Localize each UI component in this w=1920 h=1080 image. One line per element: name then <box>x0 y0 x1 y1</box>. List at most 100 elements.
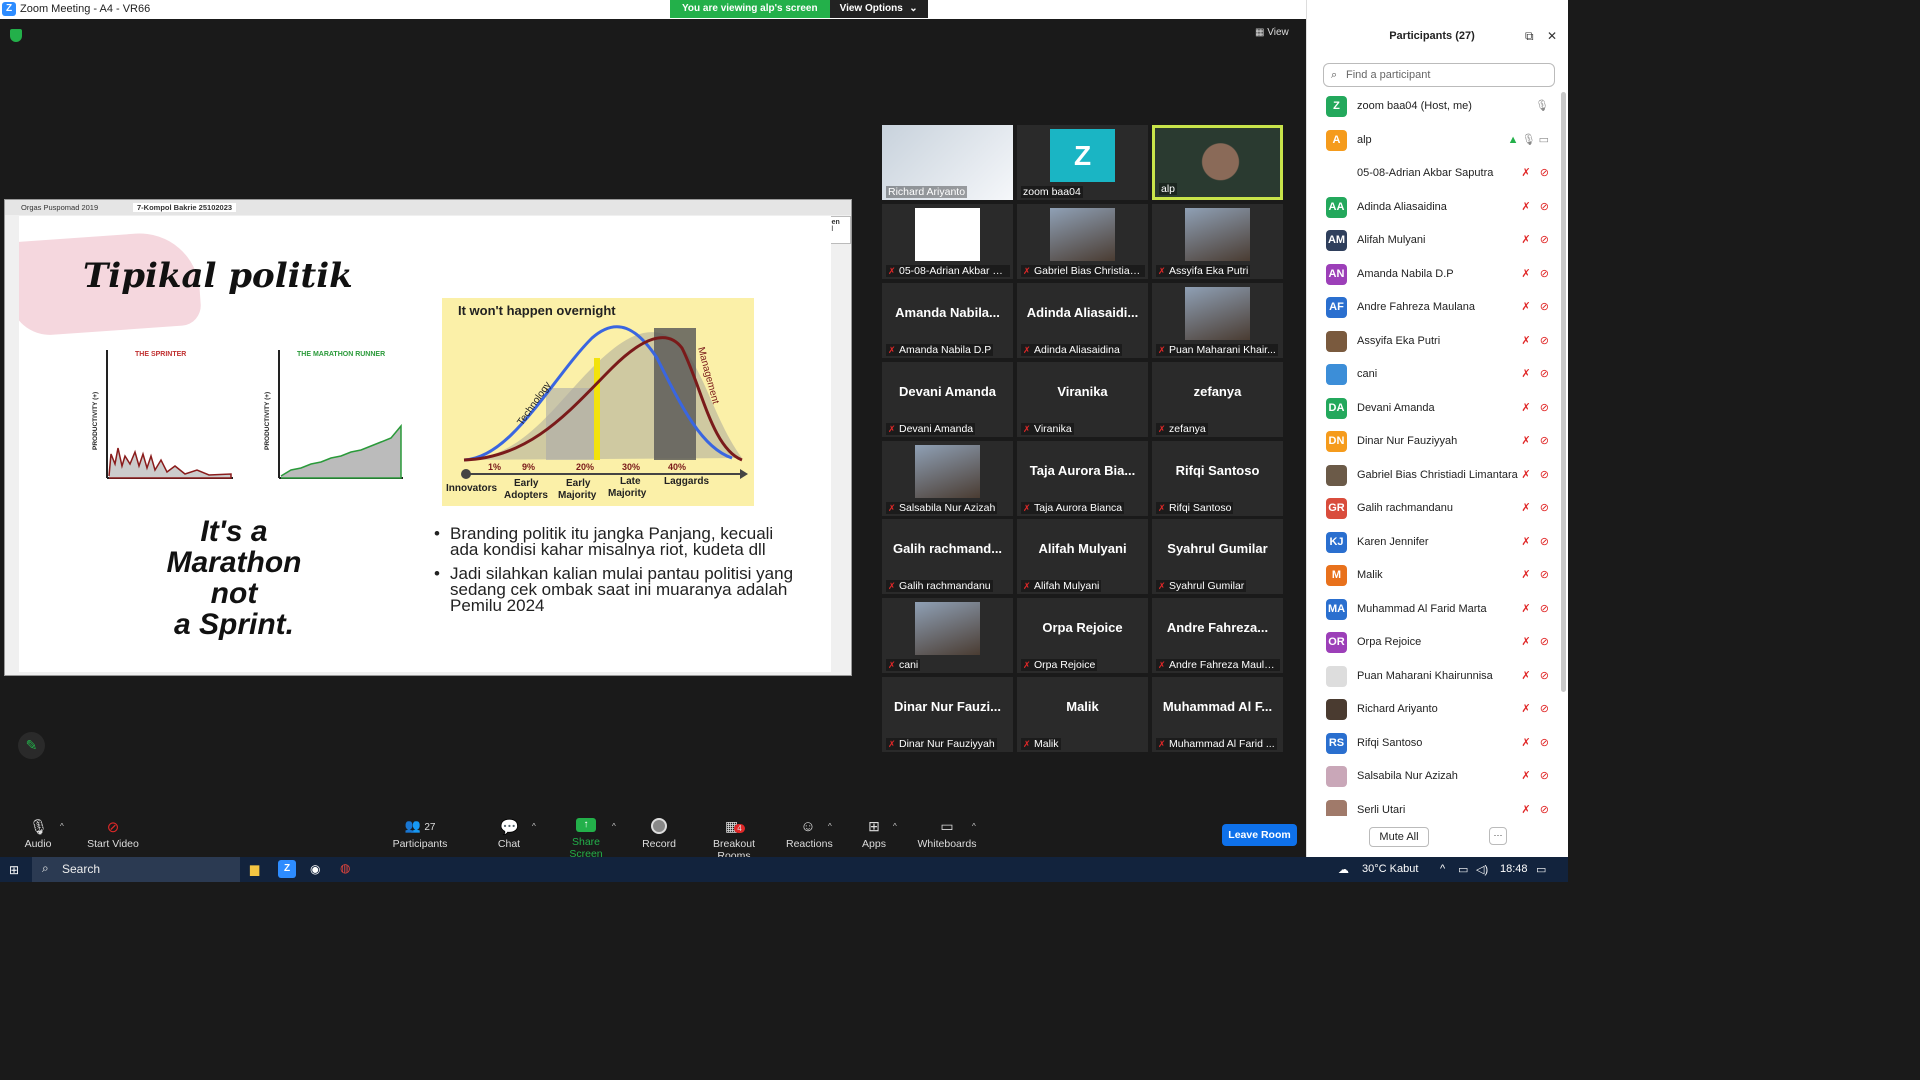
camera-app-icon[interactable]: ◉ <box>310 862 320 876</box>
weather-icon[interactable]: ☁ <box>1338 863 1349 876</box>
participant-row[interactable]: Salsabila Nur Azizah ✗ ⊘ <box>1307 760 1559 793</box>
apps-options-caret[interactable]: ^ <box>893 822 897 831</box>
video-tile[interactable]: Orpa Rejoice ✗ Orpa Rejoice <box>1017 598 1148 673</box>
start-video-button[interactable]: ⊘ Start Video <box>84 818 142 850</box>
tab-orgas[interactable]: Orgas Puspomad 2019 <box>21 203 98 212</box>
participant-row[interactable]: KJ Karen Jennifer ✗ ⊘ <box>1307 526 1559 559</box>
participant-row[interactable]: DN Dinar Nur Fauziyyah ✗ ⊘ <box>1307 425 1559 458</box>
clock[interactable]: 18:48 <box>1500 863 1528 875</box>
popout-icon[interactable]: ⧉ <box>1525 29 1534 44</box>
video-tile[interactable]: Viranika ✗ Viranika <box>1017 362 1148 437</box>
video-tile[interactable]: ✗ Gabriel Bias Christiad... <box>1017 204 1148 279</box>
close-panel-icon[interactable]: ✕ <box>1547 29 1557 43</box>
participant-row[interactable]: Richard Ariyanto ✗ ⊘ <box>1307 693 1559 726</box>
video-tile[interactable]: Rifqi Santoso ✗ Rifqi Santoso <box>1152 441 1283 516</box>
participant-row[interactable]: GR Galih rachmandanu ✗ ⊘ <box>1307 492 1559 525</box>
participant-row[interactable]: RS Rifqi Santoso ✗ ⊘ <box>1307 727 1559 760</box>
participant-row[interactable]: Aalp ▲ 🎙 ▭ <box>1307 124 1559 157</box>
reactions-options-caret[interactable]: ^ <box>828 822 832 831</box>
avatar: M <box>1326 565 1347 586</box>
participant-row[interactable]: DA Devani Amanda ✗ ⊘ <box>1307 392 1559 425</box>
muted-mic-icon: ✗ <box>1521 636 1531 648</box>
participant-status-icons: ✗ ⊘ <box>1521 434 1549 447</box>
file-explorer-icon[interactable]: ▆ <box>250 862 259 876</box>
volume-icon[interactable]: ◁) <box>1476 863 1488 876</box>
video-tile[interactable]: Alifah Mulyani ✗ Alifah Mulyani <box>1017 519 1148 594</box>
audio-options-caret[interactable]: ^ <box>60 822 64 831</box>
participant-row[interactable]: AA Adinda Aliasaidina ✗ ⊘ <box>1307 191 1559 224</box>
participants-button[interactable]: 👥 27 Participants <box>392 818 448 850</box>
video-tile[interactable]: ✗ 05-08-Adrian Akbar S... <box>882 204 1013 279</box>
video-tile[interactable]: Syahrul Gumilar ✗ Syahrul Gumilar <box>1152 519 1283 594</box>
video-tile[interactable]: ✗ Puan Maharani Khair... <box>1152 283 1283 358</box>
participant-row[interactable]: Zzoom baa04 (Host, me) 🎙 <box>1307 90 1559 123</box>
view-button[interactable]: ▦ View <box>1255 27 1289 38</box>
participants-icon: 👥 27 <box>404 818 436 833</box>
zoom-taskbar-icon[interactable]: Z <box>278 860 296 878</box>
participant-row[interactable]: MA Muhammad Al Farid Marta ✗ ⊘ <box>1307 593 1559 626</box>
tray-arrow-icon[interactable]: ^ <box>1440 863 1445 875</box>
participant-row[interactable]: OR Orpa Rejoice ✗ ⊘ <box>1307 626 1559 659</box>
video-tile[interactable]: ✗ cani <box>882 598 1013 673</box>
participant-status-icons: ✗ ⊘ <box>1521 702 1549 715</box>
chat-options-caret[interactable]: ^ <box>532 822 536 831</box>
apps-button[interactable]: ⊞ Apps <box>860 818 888 850</box>
video-tile[interactable]: ✗ Salsabila Nur Azizah <box>882 441 1013 516</box>
video-tile[interactable]: Malik ✗ Malik <box>1017 677 1148 752</box>
participant-row[interactable]: AM Alifah Mulyani ✗ ⊘ <box>1307 224 1559 257</box>
participant-name: Salsabila Nur Azizah <box>1357 770 1458 782</box>
network-icon[interactable]: ▭ <box>1458 863 1468 876</box>
share-screen-button[interactable]: ↑ Share Screen <box>556 818 616 860</box>
marathon-y-label: PRODUCTIVITY (+) <box>264 392 271 450</box>
video-tile[interactable]: Zzoom baa04 <box>1017 125 1148 200</box>
chat-button[interactable]: 💬 Chat <box>494 818 524 850</box>
video-tile[interactable]: Richard Ariyanto <box>882 125 1013 200</box>
video-tile[interactable]: alp <box>1152 125 1283 200</box>
mute-all-button[interactable]: Mute All <box>1369 827 1429 847</box>
whiteboards-options-caret[interactable]: ^ <box>972 822 976 831</box>
more-options-button[interactable]: ··· <box>1489 827 1507 845</box>
video-tile[interactable]: Andre Fahreza... ✗ Andre Fahreza Maula... <box>1152 598 1283 673</box>
participant-row[interactable]: AN Amanda Nabila D.P ✗ ⊘ <box>1307 258 1559 291</box>
weather-text[interactable]: 30°C Kabut <box>1362 863 1418 875</box>
video-tile[interactable]: Adinda Aliasaidi... ✗ Adinda Aliasaidina <box>1017 283 1148 358</box>
video-tile[interactable]: Dinar Nur Fauzi... ✗ Dinar Nur Fauziyyah <box>882 677 1013 752</box>
participant-row[interactable]: cani ✗ ⊘ <box>1307 358 1559 391</box>
taskbar-search-input[interactable]: ⌕ Search <box>32 857 240 882</box>
participant-row[interactable]: Gabriel Bias Christiadi Limantara ✗ ⊘ <box>1307 459 1559 492</box>
muted-mic-icon: ✗ <box>1521 468 1531 481</box>
video-tile[interactable]: Devani Amanda ✗ Devani Amanda <box>882 362 1013 437</box>
participant-list-scrollbar[interactable] <box>1561 92 1566 692</box>
whiteboards-button[interactable]: ▭ Whiteboards <box>916 818 978 850</box>
video-tile[interactable]: Taja Aurora Bia... ✗ Taja Aurora Bianca <box>1017 441 1148 516</box>
windows-start-icon[interactable]: ⊞ <box>9 863 19 877</box>
participant-row[interactable]: Puan Maharani Khairunnisa ✗ ⊘ <box>1307 660 1559 693</box>
participant-search-input[interactable]: ⌕ Find a participant <box>1323 63 1555 87</box>
video-tile[interactable]: Amanda Nabila... ✗ Amanda Nabila D.P <box>882 283 1013 358</box>
reactions-button[interactable]: ☺ Reactions <box>786 818 833 850</box>
participant-row[interactable]: 05-08-Adrian Akbar Saputra ✗ ⊘ <box>1307 157 1559 190</box>
leave-room-button[interactable]: Leave Room <box>1222 824 1297 846</box>
security-shield-icon[interactable] <box>10 29 22 42</box>
audio-button[interactable]: 🎙 Audio <box>18 818 58 850</box>
tile-name-label: ✗ Rifqi Santoso <box>1156 502 1234 514</box>
participant-row[interactable]: Serli Utari ✗ ⊘ <box>1307 794 1559 816</box>
notifications-icon[interactable]: ▭ <box>1536 863 1546 876</box>
tile-display-name: Amanda Nabila... <box>895 305 1000 320</box>
participant-row[interactable]: Assyifa Eka Putri ✗ ⊘ <box>1307 325 1559 358</box>
view-options-button[interactable]: View Options ⌄ <box>829 0 928 18</box>
share-options-caret[interactable]: ^ <box>612 822 616 831</box>
record-button[interactable]: Record <box>642 818 676 850</box>
participant-row[interactable]: M Malik ✗ ⊘ <box>1307 559 1559 592</box>
muted-mic-icon: ✗ <box>1158 739 1166 749</box>
video-tile[interactable]: ✗ Assyifa Eka Putri <box>1152 204 1283 279</box>
participant-row[interactable]: AF Andre Fahreza Maulana ✗ ⊘ <box>1307 291 1559 324</box>
tab-kompol[interactable]: 7-Kompol Bakrie 25102023 <box>133 203 237 212</box>
breakout-rooms-button[interactable]: ▦4 Breakout Rooms <box>698 818 770 862</box>
participant-status-icons: ✗ ⊘ <box>1521 535 1549 548</box>
video-tile[interactable]: Muhammad Al F... ✗ Muhammad Al Farid ... <box>1152 677 1283 752</box>
video-tile[interactable]: zefanya ✗ zefanya <box>1152 362 1283 437</box>
annotate-pencil-icon[interactable]: ✎ <box>18 732 45 759</box>
chrome-icon[interactable]: ◍ <box>340 861 350 875</box>
video-tile[interactable]: Galih rachmand... ✗ Galih rachmandanu <box>882 519 1013 594</box>
